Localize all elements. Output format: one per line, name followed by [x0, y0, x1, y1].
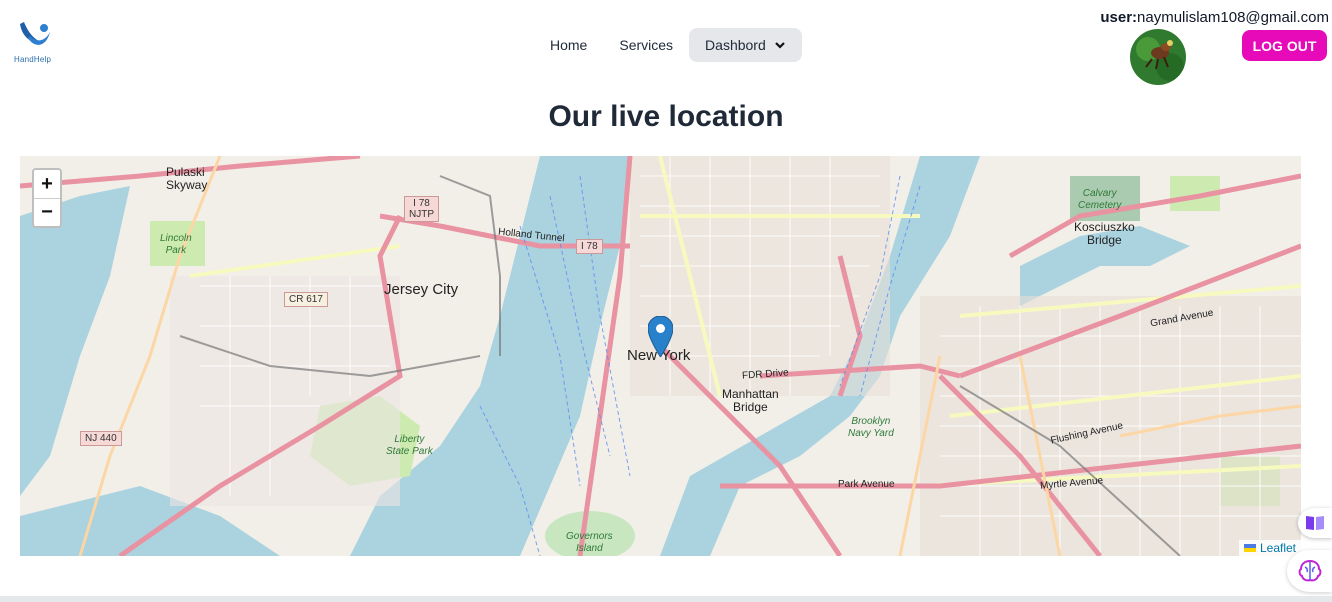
page-title: Our live location — [548, 100, 784, 133]
map-zoom-control: + − — [32, 168, 62, 228]
book-icon — [1306, 516, 1324, 530]
map-label-liberty-park: Liberty State Park — [386, 434, 433, 457]
zoom-out-button[interactable]: − — [34, 198, 60, 226]
map-attribution: Leaflet — [1238, 540, 1301, 556]
ai-assistant-button[interactable] — [1287, 550, 1332, 592]
logo-text: HandHelp — [14, 55, 52, 64]
nav-home[interactable]: Home — [534, 28, 603, 62]
chevron-down-icon — [774, 42, 785, 49]
reader-widget-button[interactable] — [1298, 508, 1332, 538]
map-shield-nj440: NJ 440 — [80, 431, 122, 446]
nav-dashboard-dropdown[interactable]: Dashbord — [689, 28, 802, 62]
user-prefix: user: — [1100, 9, 1138, 26]
footer-divider — [0, 596, 1332, 602]
logout-button[interactable]: LOG OUT — [1242, 30, 1327, 61]
live-location-map[interactable]: Pulaski Skyway Jersey City New York Manh… — [20, 156, 1301, 556]
map-label-lincoln-park: Lincoln Park — [160, 233, 192, 256]
map-shield-cr617: CR 617 — [284, 292, 328, 307]
map-label-jersey-city: Jersey City — [384, 281, 459, 298]
zoom-in-button[interactable]: + — [34, 170, 60, 198]
nav-dashboard-label: Dashbord — [705, 37, 766, 53]
map-shield-i78-njtp: I 78 NJTP — [404, 196, 439, 222]
brain-icon — [1298, 559, 1321, 582]
user-avatar[interactable] — [1130, 29, 1186, 85]
map-label-kosciuszko: Kosciuszko Bridge — [1074, 220, 1135, 247]
user-email-display: user:naymulislam108@gmail.com — [1100, 9, 1329, 26]
ukraine-flag-icon — [1243, 544, 1256, 552]
nav-services-label: Services — [619, 37, 674, 53]
map-shield-i78: I 78 — [576, 239, 603, 254]
map-label-navy-yard: Brooklyn Navy Yard — [848, 416, 894, 439]
user-email: naymulislam108@gmail.com — [1137, 9, 1329, 26]
map-label-manhattan-bridge: Manhattan Bridge — [722, 387, 779, 414]
map-label-park-ave: Park Avenue — [838, 479, 895, 490]
location-marker-icon[interactable] — [648, 316, 673, 357]
map-label-calvary: Calvary Cemetery — [1078, 188, 1122, 211]
map-label-governors: Governors Island — [566, 531, 613, 554]
main-nav: Home Services Dashbord — [534, 27, 802, 63]
nav-home-label: Home — [550, 37, 588, 53]
nav-services[interactable]: Services — [603, 28, 689, 62]
map-label-pulaski: Pulaski Skyway — [166, 165, 208, 192]
leaflet-link[interactable]: Leaflet — [1260, 541, 1296, 555]
